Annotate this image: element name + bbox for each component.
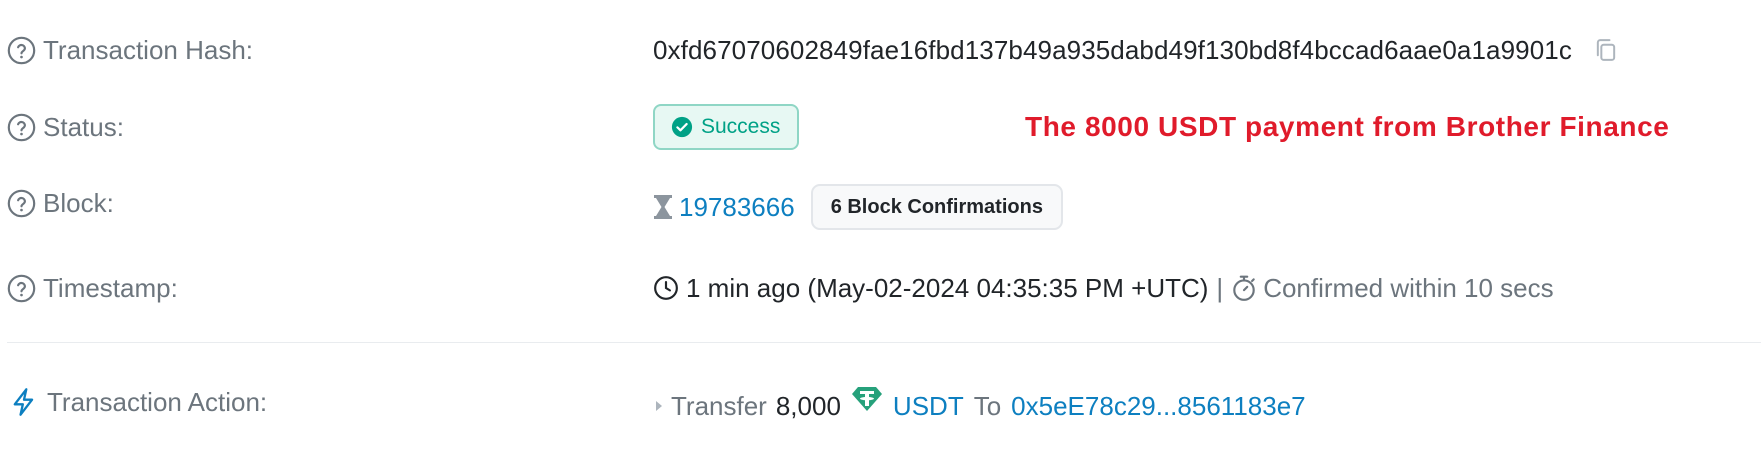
tether-token-icon: [851, 387, 882, 411]
question-circle-icon[interactable]: [7, 274, 36, 303]
caret-right-icon: [656, 401, 662, 411]
block-confirmations-badge: 6 Block Confirmations: [810, 184, 1063, 230]
token-link[interactable]: USDT: [893, 391, 964, 422]
to-word: To: [973, 390, 1002, 421]
label-container: Transaction Hash:: [7, 20, 253, 80]
lightning-icon: [13, 388, 34, 416]
row-transaction-hash: Transaction Hash: 0xfd67070602849fae16fb…: [0, 20, 1761, 80]
row-block: Block: 19783666 6 Block Confirmations: [0, 177, 1761, 237]
block-number-link[interactable]: 19783666: [679, 192, 795, 223]
transfer-amount: 8,000: [775, 390, 841, 421]
copy-icon[interactable]: [1592, 36, 1620, 64]
question-circle-icon[interactable]: [7, 36, 36, 65]
action-verb: Transfer: [671, 390, 767, 421]
section-divider: [7, 342, 1761, 343]
stopwatch-icon: [1233, 275, 1255, 301]
status-label: Status:: [43, 111, 124, 142]
recipient-address-link[interactable]: 0x5eE78c29...8561183e7: [1011, 391, 1305, 422]
row-transaction-action: Transaction Action: Transfer 8,000 USDT …: [0, 376, 1761, 436]
row-timestamp: Timestamp: 1 min ago (May-02-2024 04:35:…: [0, 258, 1761, 318]
confirmed-within-text: Confirmed within 10 secs: [1263, 272, 1554, 303]
value-container: 1 min ago (May-02-2024 04:35:35 PM +UTC)…: [653, 258, 1554, 318]
timestamp-value: 1 min ago (May-02-2024 04:35:35 PM +UTC): [686, 272, 1209, 303]
value-container: Transfer 8,000 USDT To 0x5eE78c29...8561…: [653, 376, 1306, 436]
check-circle-icon: [671, 116, 693, 138]
timestamp-label: Timestamp:: [43, 272, 178, 303]
status-badge-text: Success: [701, 115, 781, 138]
value-container: 19783666 6 Block Confirmations: [653, 177, 1063, 237]
hourglass-icon: [654, 195, 672, 219]
question-circle-icon[interactable]: [7, 189, 36, 218]
separator: |: [1216, 272, 1224, 303]
label-container: Block:: [7, 173, 114, 233]
payment-note: The 8000 USDT payment from Brother Finan…: [1025, 111, 1670, 142]
status-badge: Success: [653, 104, 800, 150]
block-label: Block:: [43, 187, 114, 218]
value-container: Success: [653, 97, 800, 157]
clock-icon: [654, 276, 678, 300]
label-container: Timestamp:: [7, 258, 178, 318]
transaction-hash-label: Transaction Hash:: [43, 34, 254, 65]
label-container: Transaction Action:: [7, 372, 267, 432]
transaction-action-label: Transaction Action:: [47, 386, 268, 417]
label-container: Status:: [7, 97, 124, 157]
transaction-hash-value: 0xfd67070602849fae16fbd137b49a935dabd49f…: [653, 34, 1572, 65]
row-status: Status: Success The 8000 USDT payment fr…: [0, 97, 1761, 157]
value-container: 0xfd67070602849fae16fbd137b49a935dabd49f…: [653, 20, 1620, 80]
question-circle-icon[interactable]: [7, 113, 36, 142]
